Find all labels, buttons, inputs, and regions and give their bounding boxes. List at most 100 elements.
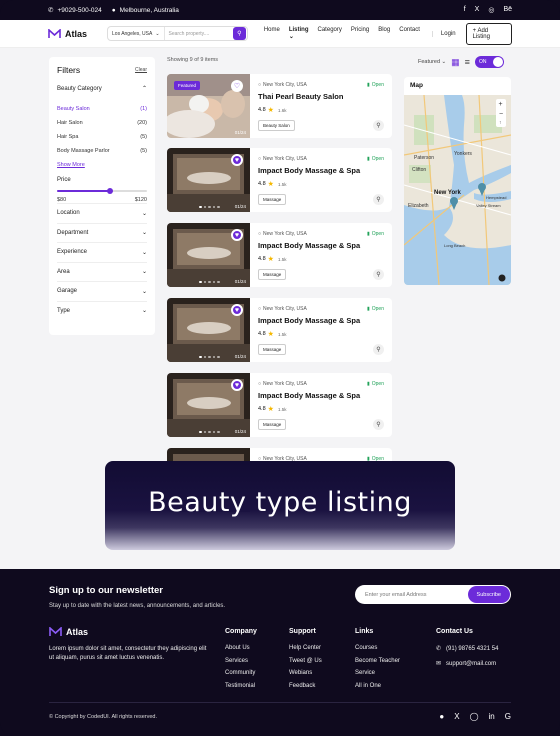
category-tag[interactable]: Massage bbox=[258, 344, 287, 355]
image-counter: 01/24 bbox=[234, 354, 246, 359]
category-option[interactable]: Body Massage Parlor (5) bbox=[57, 148, 147, 154]
category-option[interactable]: Beauty Salon (1) bbox=[57, 106, 147, 112]
footer-link[interactable]: Help Center bbox=[289, 645, 322, 651]
favorite-button[interactable]: ♡ bbox=[231, 80, 243, 92]
listing-image[interactable]: ♥ 01/24 bbox=[167, 373, 250, 437]
price-slider[interactable] bbox=[57, 188, 147, 194]
menu-listing[interactable]: Listing ⌄ bbox=[289, 27, 309, 40]
category-tag[interactable]: Massage bbox=[258, 269, 287, 280]
map-view[interactable]: Paterson Yonkers Clifton New York Hempst… bbox=[404, 95, 511, 285]
search-button[interactable]: ⚲ bbox=[232, 27, 246, 40]
map-zoom-controls[interactable]: + − ↑ bbox=[496, 99, 506, 127]
footer-link[interactable]: Become Teacher bbox=[355, 658, 400, 664]
subscribe-button[interactable]: Subscribe bbox=[467, 586, 510, 603]
behance-icon[interactable]: Bē bbox=[503, 6, 512, 14]
footer-link[interactable]: About Us bbox=[225, 645, 257, 651]
filter-area[interactable]: Area ⌄ bbox=[57, 261, 147, 282]
footer-link[interactable]: Service bbox=[355, 670, 400, 676]
listing-image[interactable]: ♥ 01/24 bbox=[167, 148, 250, 212]
listing-image[interactable]: Featured ♡ 01/24 bbox=[167, 74, 250, 138]
sort-select[interactable]: Featured ⌄ bbox=[418, 59, 446, 65]
listing-title[interactable]: Impact Body Massage & Spa bbox=[258, 241, 384, 250]
category-section-header[interactable]: Beauty Category ⌃ bbox=[57, 85, 147, 98]
list-view-icon[interactable]: ≡ bbox=[465, 57, 470, 67]
category-option[interactable]: Hair Spa (5) bbox=[57, 134, 147, 140]
price-slider-handle[interactable] bbox=[106, 188, 113, 194]
footer-phone[interactable]: ✆ (91) 98765 4321 54 bbox=[436, 645, 498, 653]
show-more-link[interactable]: Show More bbox=[57, 162, 147, 168]
listing-card[interactable]: Featured ♡ 01/24 ○ New York City, USA ▮ Op… bbox=[167, 74, 392, 138]
category-option[interactable]: Hair Salon (20) bbox=[57, 120, 147, 126]
map-panel: Map Paterson Yonkers Clifton New York He… bbox=[404, 77, 511, 285]
favorite-button[interactable]: ♥ bbox=[231, 304, 243, 316]
footer-link[interactable]: Testimonial bbox=[225, 683, 257, 689]
chevron-down-icon: ⌄ bbox=[141, 249, 147, 256]
filter-location[interactable]: Location ⌄ bbox=[57, 203, 147, 223]
listing-location-text: New York City, USA bbox=[263, 156, 307, 162]
category-tag[interactable]: Massage bbox=[258, 194, 287, 205]
quick-view-button[interactable]: ⚲ bbox=[373, 419, 384, 430]
login-link[interactable]: Login bbox=[431, 30, 456, 37]
favorite-button[interactable]: ♥ bbox=[231, 154, 243, 166]
search-location-select[interactable]: Los Angeles, USA ⌄ bbox=[108, 27, 165, 40]
listing-title[interactable]: Impact Body Massage & Spa bbox=[258, 391, 384, 400]
listing-card[interactable]: ♥ 01/24 ○ New York City, USA ▮ Open Impact… bbox=[167, 298, 392, 362]
footer-link[interactable]: Courses bbox=[355, 645, 400, 651]
listing-title[interactable]: Thai Pearl Beauty Salon bbox=[258, 92, 384, 101]
map-info-icon[interactable] bbox=[498, 274, 506, 282]
linkedin-icon[interactable]: in bbox=[489, 712, 495, 721]
menu-category[interactable]: Category bbox=[318, 27, 342, 40]
footer-link[interactable]: Feedback bbox=[289, 683, 322, 689]
listing-card[interactable]: ♥ 01/24 ○ New York City, USA ▮ Open Impact… bbox=[167, 373, 392, 437]
x-icon[interactable]: X bbox=[475, 6, 480, 14]
footer-link[interactable]: Community bbox=[225, 670, 257, 676]
footer-email[interactable]: ✉ support@mail.com bbox=[436, 660, 498, 668]
listing-title[interactable]: Impact Body Massage & Spa bbox=[258, 166, 384, 175]
listing-card[interactable]: ♥ 01/24 ○ New York City, USA ▮ Open Impact… bbox=[167, 223, 392, 287]
phone-info[interactable]: ✆ +9029-500-024 bbox=[48, 6, 102, 15]
review-count: 1.5k bbox=[277, 331, 287, 337]
google-icon[interactable]: G bbox=[505, 712, 511, 721]
favorite-button[interactable]: ♥ bbox=[231, 229, 243, 241]
map-toggle[interactable]: ON bbox=[474, 56, 504, 68]
newsletter-form: Enter your email Address Subscribe bbox=[355, 585, 511, 604]
grid-view-icon[interactable]: ▦ bbox=[451, 57, 460, 68]
category-tag[interactable]: Beauty Salon bbox=[258, 120, 295, 131]
menu-pricing[interactable]: Pricing bbox=[351, 27, 369, 40]
door-icon: ▮ bbox=[367, 381, 370, 387]
menu-home[interactable]: Home bbox=[264, 27, 280, 40]
listing-image[interactable]: ♥ 01/24 bbox=[167, 298, 250, 362]
facebook-icon[interactable]: ● bbox=[439, 712, 444, 721]
instagram-icon[interactable]: ◯ bbox=[470, 712, 479, 721]
footer-link[interactable]: Webians bbox=[289, 670, 322, 676]
filter-department[interactable]: Department ⌄ bbox=[57, 222, 147, 243]
footer-link[interactable]: Services bbox=[225, 658, 257, 664]
clear-filters-link[interactable]: Clear bbox=[135, 67, 147, 73]
quick-view-button[interactable]: ⚲ bbox=[373, 269, 384, 280]
email-field[interactable]: Enter your email Address bbox=[365, 592, 426, 598]
footer-link[interactable]: Tweet @ Us bbox=[289, 658, 322, 664]
footer-logo[interactable]: Atlas bbox=[49, 627, 88, 637]
facebook-icon[interactable]: f bbox=[464, 6, 466, 14]
filter-garage[interactable]: Garage ⌄ bbox=[57, 281, 147, 301]
category-tag[interactable]: Massage bbox=[258, 419, 287, 430]
filter-experience[interactable]: Experience ⌄ bbox=[57, 242, 147, 262]
x-icon[interactable]: X bbox=[454, 712, 459, 721]
quick-view-button[interactable]: ⚲ bbox=[373, 120, 384, 131]
favorite-button[interactable]: ♥ bbox=[231, 379, 243, 391]
listing-card[interactable]: ♥ 01/24 ○ New York City, USA ▮ Open Impact… bbox=[167, 148, 392, 212]
filter-type[interactable]: Type ⌄ bbox=[57, 300, 147, 321]
listing-image[interactable]: ♥ 01/24 bbox=[167, 223, 250, 287]
add-listing-button[interactable]: + Add Listing bbox=[465, 22, 512, 45]
listing-location-text: New York City, USA bbox=[263, 82, 307, 88]
menu-contact[interactable]: Contact bbox=[399, 27, 420, 40]
listing-title[interactable]: Impact Body Massage & Spa bbox=[258, 316, 384, 325]
footer-link[interactable]: All in One bbox=[355, 683, 400, 689]
brand-logo[interactable]: Atlas bbox=[48, 28, 87, 39]
quick-view-button[interactable]: ⚲ bbox=[373, 194, 384, 205]
search-input[interactable]: Search property.... bbox=[165, 31, 233, 37]
menu-blog[interactable]: Blog bbox=[378, 27, 390, 40]
quick-view-button[interactable]: ⚲ bbox=[373, 344, 384, 355]
instagram-icon[interactable]: ◎ bbox=[488, 6, 494, 14]
chevron-down-icon: ⌄ bbox=[141, 269, 147, 276]
